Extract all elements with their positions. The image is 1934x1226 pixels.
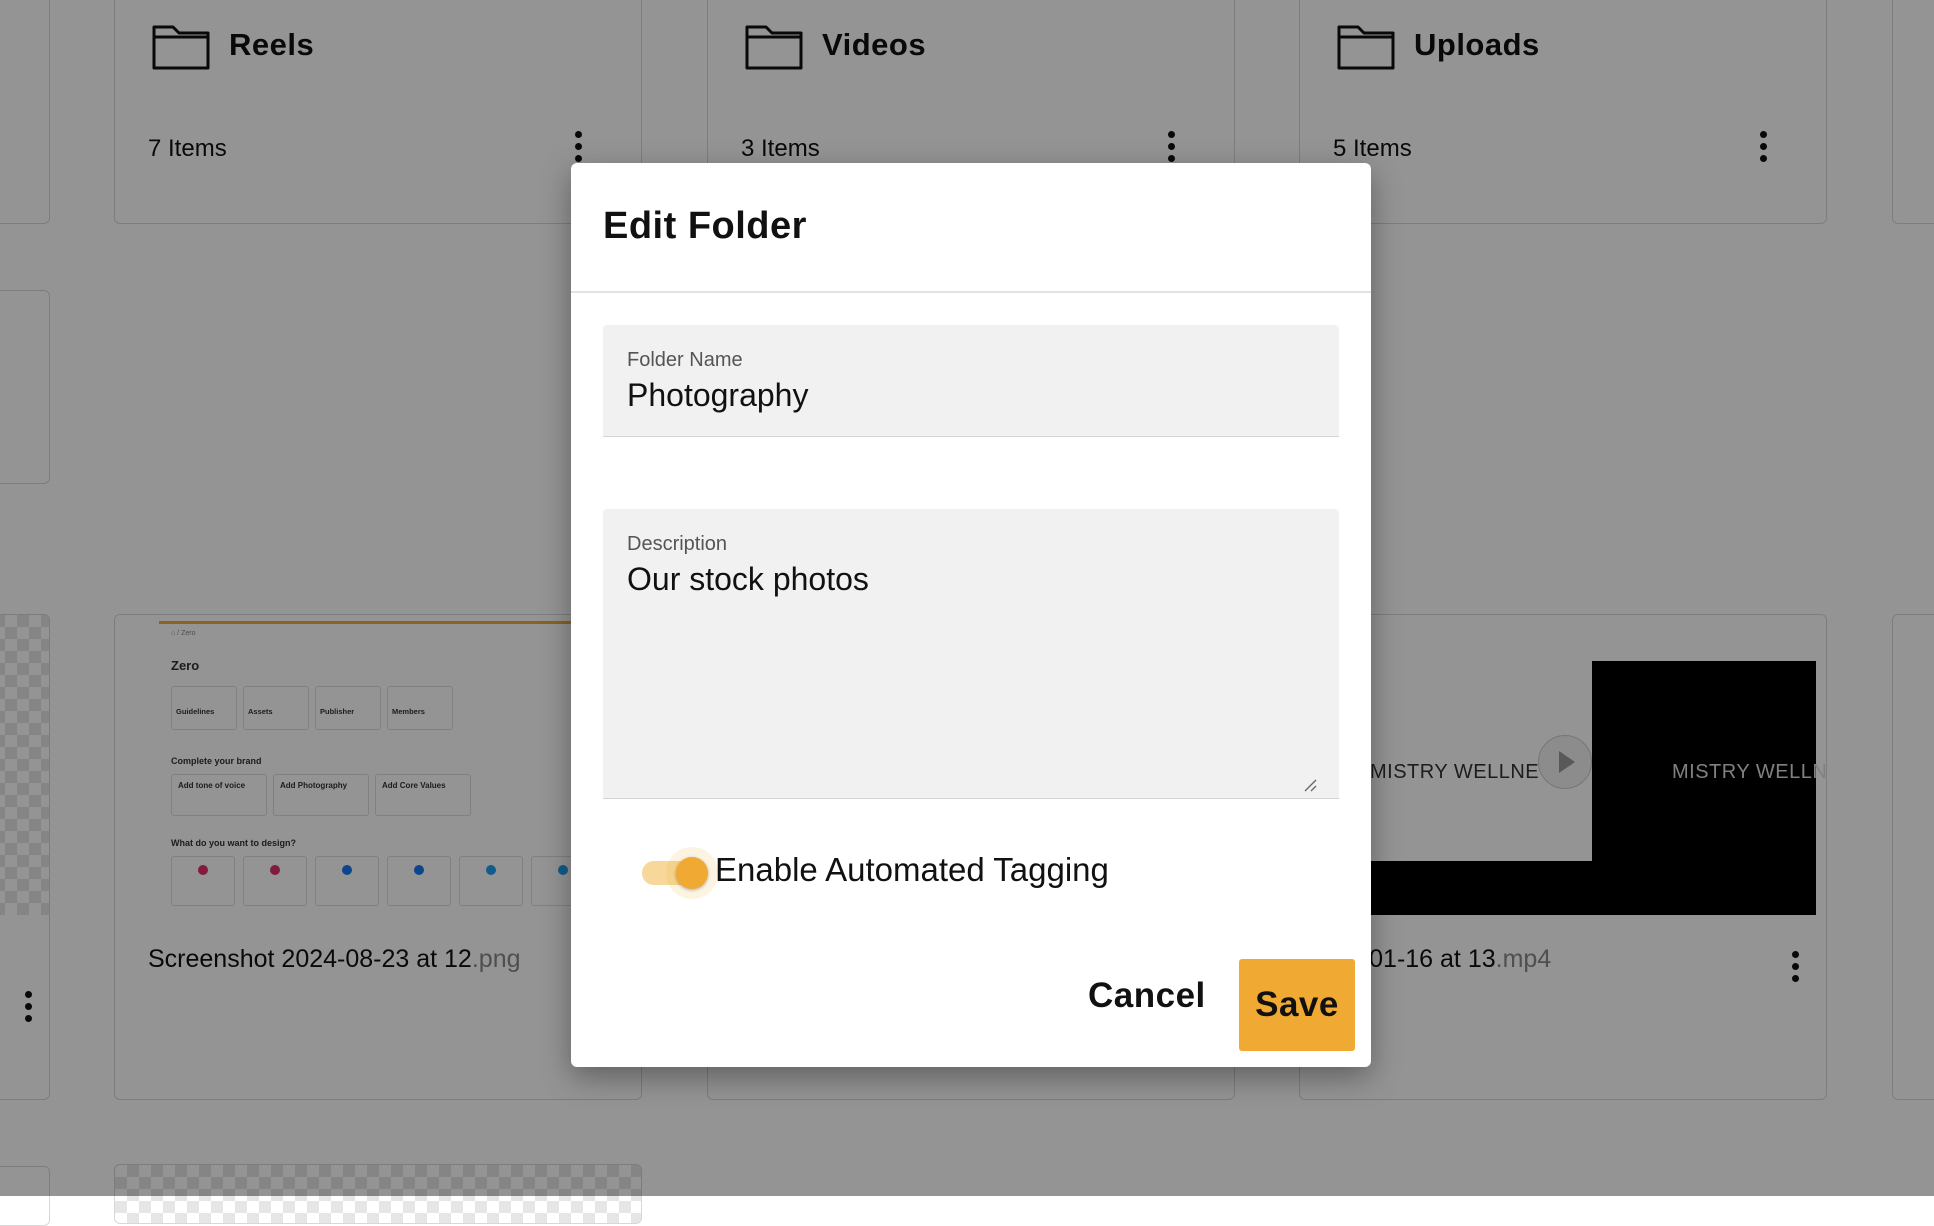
- save-button[interactable]: Save: [1239, 959, 1355, 1051]
- edit-folder-dialog: Edit Folder Folder Name Photography Desc…: [571, 163, 1371, 1067]
- folder-name-input[interactable]: Photography: [627, 377, 808, 414]
- toggle-knob: [676, 857, 708, 889]
- description-textarea[interactable]: Our stock photos: [627, 561, 869, 598]
- automated-tagging-label: Enable Automated Tagging: [715, 851, 1109, 888]
- folder-name-field[interactable]: Folder Name Photography: [603, 325, 1339, 437]
- resize-handle-icon[interactable]: [1303, 778, 1317, 792]
- dialog-title: Edit Folder: [603, 205, 807, 247]
- divider: [571, 291, 1371, 293]
- folder-name-label: Folder Name: [627, 349, 743, 371]
- cancel-button[interactable]: Cancel: [1088, 976, 1206, 1016]
- description-field[interactable]: Description Our stock photos: [603, 509, 1339, 799]
- automated-tagging-toggle[interactable]: [626, 841, 718, 901]
- description-label: Description: [627, 533, 728, 555]
